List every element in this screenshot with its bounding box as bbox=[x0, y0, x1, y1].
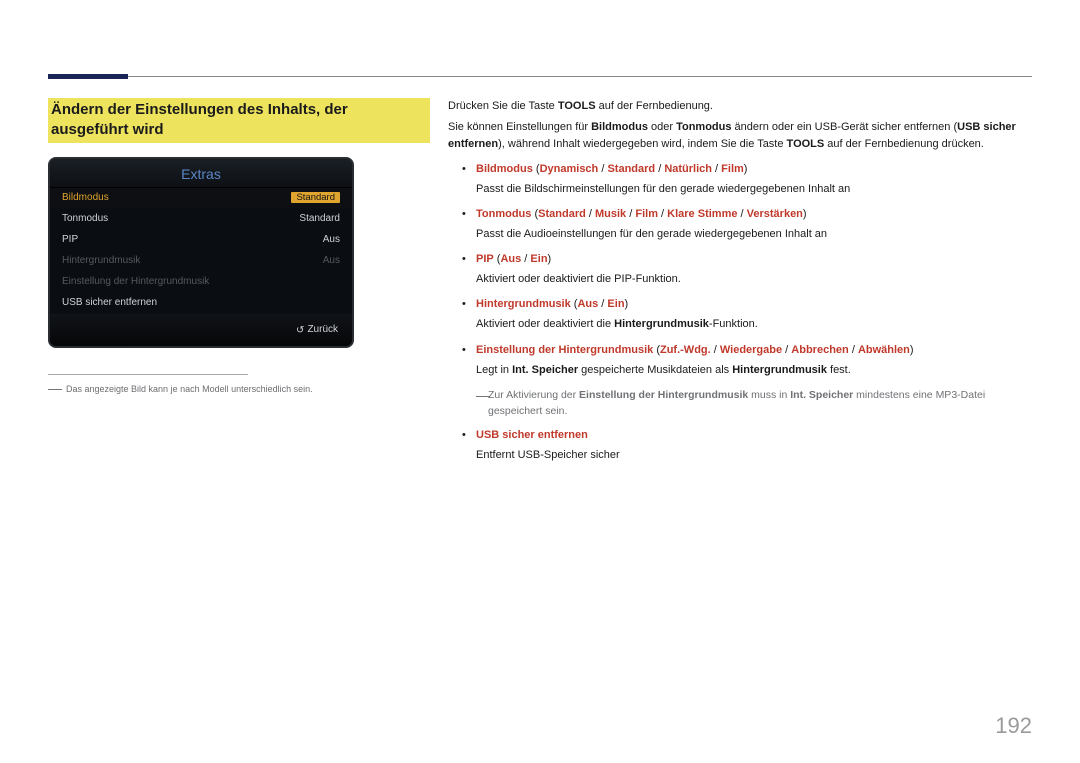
menu-value: Standard bbox=[299, 213, 340, 224]
text: ändern oder ein USB-Gerät sicher entfern… bbox=[732, 121, 958, 133]
text: oder bbox=[648, 121, 676, 133]
text-bold: Hintergrundmusik bbox=[614, 318, 709, 330]
bullet-desc: Passt die Audioeinstellungen für den ger… bbox=[448, 226, 1032, 243]
option-value: Zuf.-Wdg. bbox=[660, 344, 711, 356]
bullet-einstellung-hintergrundmusik: Einstellung der Hintergrundmusik (Zuf.-W… bbox=[448, 342, 1032, 359]
bullet-desc: Aktiviert oder deaktiviert die Hintergru… bbox=[448, 316, 1032, 333]
option-name: Hintergrundmusik bbox=[476, 298, 571, 310]
right-column: Drücken Sie die Taste TOOLS auf der Fern… bbox=[448, 98, 1032, 472]
left-column: Ändern der Einstellungen des Inhalts, de… bbox=[48, 98, 430, 472]
bullet-desc: Legt in Int. Speicher gespeicherte Musik… bbox=[448, 362, 1032, 379]
menu-value: Aus bbox=[323, 255, 340, 266]
footnote-rule bbox=[48, 374, 248, 375]
osd-footer: ↺Zurück bbox=[50, 314, 352, 346]
text: muss in bbox=[748, 389, 790, 401]
bullet-desc: Entfernt USB-Speicher sicher bbox=[448, 447, 1032, 464]
menu-label: Bildmodus bbox=[62, 192, 109, 203]
text-bold: Einstellung der Hintergrundmusik bbox=[579, 389, 748, 401]
menu-label: Einstellung der Hintergrundmusik bbox=[62, 276, 209, 287]
text: auf der Fernbedienung drücken. bbox=[824, 138, 984, 150]
menu-label: PIP bbox=[62, 234, 78, 245]
option-value: Wiedergabe bbox=[720, 344, 782, 356]
osd-panel: Extras Bildmodus Standard Tonmodus Stand… bbox=[48, 157, 354, 348]
footnote-text: Das angezeigte Bild kann je nach Modell … bbox=[66, 384, 313, 394]
menu-row-pip[interactable]: PIP Aus bbox=[50, 230, 352, 251]
menu-value: Aus bbox=[323, 234, 340, 245]
bullet-desc: Passt die Bildschirmeinstellungen für de… bbox=[448, 181, 1032, 198]
text-bold: TOOLS bbox=[558, 100, 596, 112]
dash-icon: ― bbox=[48, 380, 62, 396]
text: Aktiviert oder deaktiviert die bbox=[476, 318, 614, 330]
option-name: USB sicher entfernen bbox=[476, 429, 588, 441]
menu-label: Tonmodus bbox=[62, 213, 108, 224]
bullet-desc: Aktiviert oder deaktiviert die PIP-Funkt… bbox=[448, 271, 1032, 288]
option-value: Natürlich bbox=[664, 163, 712, 175]
footnote: ― Das angezeigte Bild kann je nach Modell… bbox=[48, 379, 430, 399]
text: fest. bbox=[827, 364, 851, 376]
option-value: Aus bbox=[500, 253, 521, 265]
text: ), während Inhalt wiedergegeben wird, in… bbox=[498, 138, 786, 150]
text: -Funktion. bbox=[709, 318, 758, 330]
note: ― Zur Aktivierung der Einstellung der Hi… bbox=[448, 387, 1032, 420]
text-bold: TOOLS bbox=[787, 138, 825, 150]
option-value: Ein bbox=[607, 298, 624, 310]
text-bold: Int. Speicher bbox=[790, 389, 853, 401]
menu-row-usb-entfernen[interactable]: USB sicher entfernen bbox=[50, 293, 352, 314]
bullet-list: Bildmodus (Dynamisch / Standard / Natürl… bbox=[448, 161, 1032, 464]
option-value: Verstärken bbox=[747, 208, 803, 220]
option-value: Standard bbox=[538, 208, 586, 220]
return-icon: ↺ bbox=[296, 325, 304, 336]
menu-row-einstellung-hintergrundmusik: Einstellung der Hintergrundmusik bbox=[50, 272, 352, 293]
text: Sie können Einstellungen für bbox=[448, 121, 591, 133]
text: Legt in bbox=[476, 364, 512, 376]
option-name: PIP bbox=[476, 253, 494, 265]
menu-label: Hintergrundmusik bbox=[62, 255, 140, 266]
intro-line-2: Sie können Einstellungen für Bildmodus o… bbox=[448, 119, 1032, 153]
option-value: Film bbox=[721, 163, 744, 175]
text-bold: Hintergrundmusik bbox=[732, 364, 827, 376]
text-bold: Bildmodus bbox=[591, 121, 648, 133]
menu-row-bildmodus[interactable]: Bildmodus Standard bbox=[50, 188, 352, 209]
page-number: 192 bbox=[995, 713, 1032, 739]
intro-line-1: Drücken Sie die Taste TOOLS auf der Fern… bbox=[448, 98, 1032, 115]
option-name: Tonmodus bbox=[476, 208, 531, 220]
option-value: Abbrechen bbox=[791, 344, 848, 356]
option-value: Musik bbox=[595, 208, 626, 220]
osd-footer-text: Zurück bbox=[307, 324, 338, 335]
option-value: Aus bbox=[577, 298, 598, 310]
section-title: Ändern der Einstellungen des Inhalts, de… bbox=[48, 98, 430, 143]
page-content: Ändern der Einstellungen des Inhalts, de… bbox=[48, 98, 1032, 472]
dash-icon: ― bbox=[476, 385, 490, 407]
header-accent bbox=[48, 74, 128, 79]
text: Zur Aktivierung der bbox=[488, 389, 579, 401]
option-value: Ein bbox=[530, 253, 547, 265]
menu-row-tonmodus[interactable]: Tonmodus Standard bbox=[50, 209, 352, 230]
text: Drücken Sie die Taste bbox=[448, 100, 558, 112]
option-value: Abwählen bbox=[858, 344, 910, 356]
bullet-hintergrundmusik: Hintergrundmusik (Aus / Ein) bbox=[448, 296, 1032, 313]
menu-label: USB sicher entfernen bbox=[62, 297, 157, 308]
option-value: Dynamisch bbox=[540, 163, 599, 175]
text: auf der Fernbedienung. bbox=[596, 100, 713, 112]
option-name: Bildmodus bbox=[476, 163, 533, 175]
text: gespeicherte Musikdateien als bbox=[578, 364, 732, 376]
option-value: Film bbox=[635, 208, 658, 220]
option-name: Einstellung der Hintergrundmusik bbox=[476, 344, 653, 356]
header-rule bbox=[48, 76, 1032, 77]
bullet-bildmodus: Bildmodus (Dynamisch / Standard / Natürl… bbox=[448, 161, 1032, 178]
bullet-usb-entfernen: USB sicher entfernen bbox=[448, 427, 1032, 444]
osd-title: Extras bbox=[50, 159, 352, 188]
menu-row-hintergrundmusik: Hintergrundmusik Aus bbox=[50, 251, 352, 272]
bullet-pip: PIP (Aus / Ein) bbox=[448, 251, 1032, 268]
option-value: Standard bbox=[607, 163, 655, 175]
text-bold: Int. Speicher bbox=[512, 364, 578, 376]
menu-value: Standard bbox=[291, 192, 340, 203]
bullet-tonmodus: Tonmodus (Standard / Musik / Film / Klar… bbox=[448, 206, 1032, 223]
text-bold: Tonmodus bbox=[676, 121, 731, 133]
option-value: Klare Stimme bbox=[667, 208, 737, 220]
